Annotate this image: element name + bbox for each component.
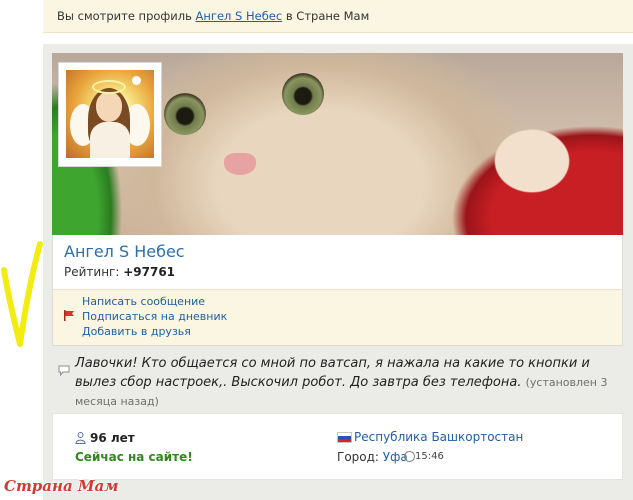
site-watermark: Страна Мам	[4, 477, 119, 495]
angel-face	[96, 92, 122, 122]
avatar[interactable]	[66, 70, 154, 158]
age: 96 лет	[90, 431, 135, 445]
check-mark-icon	[1, 241, 43, 347]
profile-actions: Написать сообщение Подписаться на дневни…	[53, 289, 622, 345]
send-message-link[interactable]: Написать сообщение	[82, 295, 205, 308]
rating: Рейтинг: +97761	[64, 265, 175, 279]
halo-icon	[92, 80, 126, 94]
subscribe-diary-link[interactable]: Подписаться на дневник	[82, 310, 227, 323]
clock-icon	[404, 451, 415, 462]
avatar-frame[interactable]	[58, 62, 162, 167]
city-label: Город:	[337, 450, 383, 464]
status-message: Лавочки! Кто общается со мной по ватсап,…	[75, 354, 615, 411]
region-link[interactable]: Республика Башкортостан	[354, 430, 523, 444]
notice-prefix: Вы смотрите профиль	[57, 9, 196, 23]
moon-icon	[132, 76, 141, 85]
city-row: Город: Уфа	[337, 450, 408, 464]
user-name[interactable]: Ангел S Небес	[64, 242, 185, 261]
rating-label: Рейтинг:	[64, 265, 124, 279]
rating-value: +97761	[123, 265, 176, 279]
person-icon	[75, 432, 86, 444]
status-text: Лавочки! Кто общается со мной по ватсап,…	[75, 356, 590, 390]
add-friend-link[interactable]: Добавить в друзья	[82, 325, 191, 338]
russia-flag-icon	[337, 432, 352, 443]
angel-body	[90, 122, 130, 158]
kitten-left-eye	[164, 93, 206, 135]
speech-bubble-icon	[58, 365, 70, 376]
kitten-right-eye	[282, 73, 324, 115]
info-card	[52, 413, 623, 480]
flag-icon	[64, 310, 74, 321]
kitten-nose	[224, 153, 256, 175]
online-status: Сейчас на сайте!	[75, 450, 193, 464]
local-time: 15:46	[415, 451, 444, 462]
notice-suffix: в Стране Мам	[282, 9, 370, 23]
profile-notice-bar: Вы смотрите профиль Ангел S Небес в Стра…	[43, 0, 633, 33]
notice-profile-link[interactable]: Ангел S Небес	[196, 9, 283, 23]
